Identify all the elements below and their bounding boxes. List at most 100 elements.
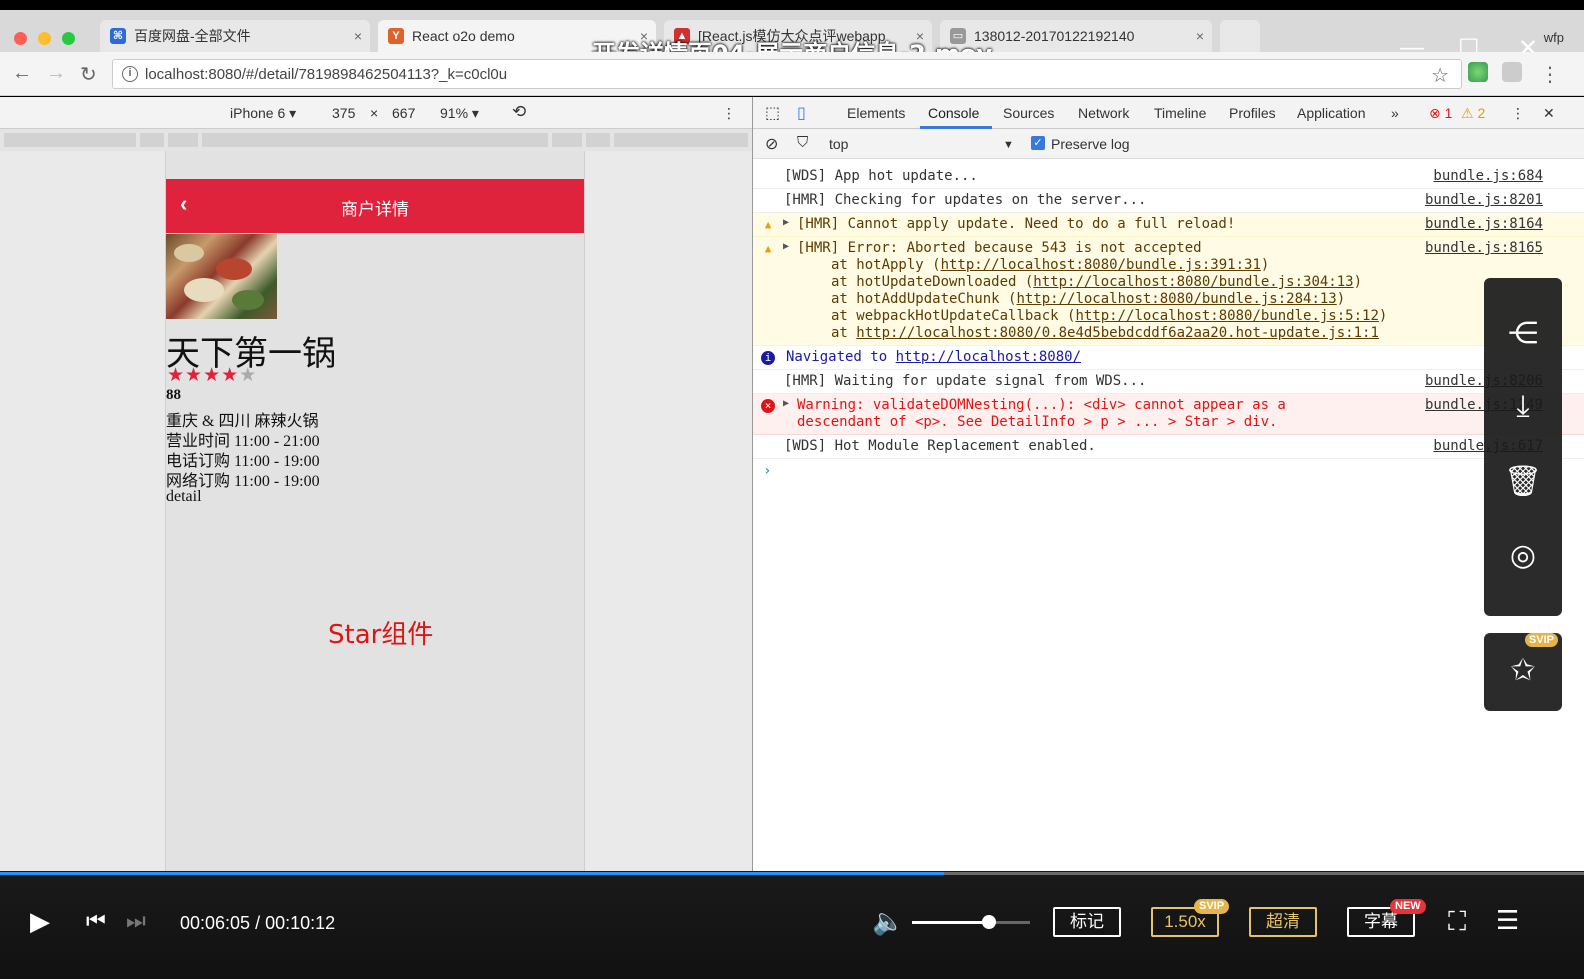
trash-icon[interactable]: 🗑: [1484, 464, 1562, 499]
tab-application[interactable]: Application: [1297, 105, 1366, 121]
new-badge: NEW: [1390, 899, 1426, 914]
more-tabs-icon[interactable]: »: [1391, 105, 1399, 121]
svip-badge: SVIP: [1194, 899, 1230, 914]
mark-button[interactable]: 标记: [1053, 907, 1121, 937]
phone-screen: ‹ 商户详情 天下第一锅 ★★★★★ 88 重庆 & 四川 麻辣火锅 营业时间 …: [165, 151, 585, 871]
download-icon[interactable]: ⤓: [1484, 390, 1562, 424]
reload-icon[interactable]: ↻: [80, 62, 97, 87]
volume-fill[interactable]: [912, 921, 989, 924]
source-link[interactable]: bundle.js:684: [1433, 168, 1543, 184]
bookmark-star-icon[interactable]: ☆: [1431, 63, 1449, 88]
forward-arrow-icon[interactable]: →: [46, 62, 66, 85]
rotate-icon[interactable]: ⟲: [512, 102, 526, 122]
stack-trace-line: at webpackHotUpdateCallback (http://loca…: [831, 308, 1388, 324]
next-icon[interactable]: ⏭: [126, 908, 146, 934]
tab-sources[interactable]: Sources: [1003, 105, 1054, 121]
context-dropdown-icon[interactable]: ▼: [1003, 139, 1014, 151]
console-message: [WDS] Hot Module Replacement enabled. bu…: [753, 435, 1584, 459]
extension-icon[interactable]: [1468, 62, 1488, 82]
expand-triangle-icon[interactable]: ▶: [783, 217, 789, 228]
warning-icon: ▲: [764, 218, 772, 231]
star-filled-icon: ★: [167, 365, 186, 386]
console-warning: ▲ ▶ [HMR] Cannot apply update. Need to d…: [753, 213, 1584, 237]
device-toolbar: iPhone 6 ▾ 375 × 667 91% ▾ ⟲ ⋮: [0, 97, 752, 129]
extension-icon[interactable]: [1502, 62, 1522, 82]
url-text[interactable]: localhost:8080/#/detail/7819898462504113…: [145, 66, 507, 83]
console-prompt[interactable]: ›: [753, 459, 1584, 479]
devtools-panel: ⬚ ▯ Elements Console Sources Network Tim…: [752, 97, 1584, 871]
device-width-input[interactable]: 375: [332, 105, 355, 121]
filter-icon[interactable]: ⛉: [797, 134, 808, 151]
preserve-log-label: Preserve log: [1051, 136, 1130, 152]
console-warning: ▲ ▶ [HMR] Error: Aborted because 543 is …: [753, 237, 1584, 346]
pin-panel[interactable]: SVIP ✩: [1484, 633, 1562, 711]
inspect-element-icon[interactable]: ⬚: [765, 103, 780, 123]
stack-trace-line: at hotAddUpdateChunk (http://localhost:8…: [831, 291, 1346, 307]
device-height-input[interactable]: 667: [392, 105, 415, 121]
fullscreen-icon[interactable]: ⛶: [1448, 906, 1466, 938]
console-message: [WDS] App hot update... bundle.js:684: [753, 165, 1584, 189]
dimension-times: ×: [370, 105, 379, 121]
source-link[interactable]: bundle.js:8201: [1425, 192, 1543, 208]
console-toolbar: ⊘ ⛉ top ▼ ✓ Preserve log: [753, 129, 1584, 159]
tab-timeline[interactable]: Timeline: [1154, 105, 1206, 121]
header-title: 商户详情: [341, 200, 409, 220]
stack-trace-line: at hotApply (http://localhost:8080/bundl…: [831, 257, 1270, 273]
playback-time: 00:06:05 / 00:10:12: [180, 913, 336, 933]
devtools-menu-icon[interactable]: ⋮: [1511, 105, 1525, 122]
info-icon[interactable]: i: [122, 66, 138, 82]
previous-icon[interactable]: ⏮: [86, 908, 106, 934]
devtools-tabbar: ⬚ ▯ Elements Console Sources Network Tim…: [753, 97, 1584, 129]
detail-text: detail: [166, 488, 202, 505]
source-link[interactable]: bundle.js:8164: [1425, 216, 1543, 232]
volume-knob[interactable]: [981, 915, 996, 929]
star-filled-icon: ★: [221, 365, 240, 386]
close-devtools-icon[interactable]: ✕: [1543, 105, 1555, 122]
media-query-ruler: [0, 129, 752, 151]
star-component-annotation: Star组件: [328, 620, 434, 650]
back-arrow-icon[interactable]: ←: [12, 62, 32, 85]
share-icon[interactable]: ⋲: [1484, 316, 1562, 351]
info-badge-icon: i: [761, 351, 775, 365]
warning-count[interactable]: ⚠ 2: [1461, 105, 1485, 122]
error-count[interactable]: ⊗ 1: [1429, 105, 1452, 122]
tab-elements[interactable]: Elements: [847, 105, 905, 121]
star-rating: ★★★★★: [167, 364, 257, 387]
clear-console-icon[interactable]: ⊘: [765, 134, 778, 154]
tab-console[interactable]: Console: [928, 105, 979, 121]
pin-icon[interactable]: ✩: [1484, 653, 1562, 688]
tab-network[interactable]: Network: [1078, 105, 1129, 121]
preserve-log-checkbox[interactable]: ✓: [1031, 136, 1045, 150]
console-output: [WDS] App hot update... bundle.js:684 [H…: [753, 165, 1584, 479]
expand-triangle-icon[interactable]: ▶: [783, 398, 789, 409]
address-bar: ← → ↻ i localhost:8080/#/detail/78198984…: [0, 52, 1584, 96]
zoom-select[interactable]: 91% ▾: [440, 105, 479, 122]
menu-dots-icon[interactable]: ⋮: [1540, 62, 1560, 87]
quality-button[interactable]: 超清: [1249, 907, 1317, 937]
svip-badge: SVIP: [1524, 633, 1558, 647]
play-icon[interactable]: ▶: [30, 906, 50, 937]
star-filled-icon: ★: [185, 365, 204, 386]
device-mode-icon[interactable]: ▯: [797, 103, 806, 123]
console-message: [HMR] Waiting for update signal from WDS…: [753, 370, 1584, 394]
volume-icon[interactable]: 🔈: [872, 906, 904, 937]
console-message: [HMR] Checking for updates on the server…: [753, 189, 1584, 213]
error-icon: ×: [761, 399, 775, 413]
device-menu-icon[interactable]: ⋮: [722, 105, 736, 122]
progress-fill[interactable]: [0, 872, 945, 875]
target-icon[interactable]: ◎: [1484, 538, 1562, 573]
context-select[interactable]: top: [829, 136, 848, 152]
warning-icon: ▲: [764, 242, 772, 255]
device-select[interactable]: iPhone 6 ▾: [230, 105, 296, 122]
playlist-icon[interactable]: ☰: [1496, 905, 1519, 936]
url-input[interactable]: i localhost:8080/#/detail/78198984625041…: [112, 59, 1462, 89]
stack-trace-line: at http://localhost:8080/0.8e4d5bebdcddf…: [831, 325, 1379, 341]
console-error: × ▶ Warning: validateDOMNesting(...): <d…: [753, 394, 1584, 435]
detail-header: ‹ 商户详情: [166, 179, 584, 233]
navigated-url[interactable]: http://localhost:8080/: [896, 349, 1081, 365]
player-side-panel: ⋲ ⤓ 🗑 ◎: [1484, 278, 1562, 616]
tab-profiles[interactable]: Profiles: [1229, 105, 1276, 121]
source-link[interactable]: bundle.js:8165: [1425, 240, 1543, 256]
star-filled-icon: ★: [203, 365, 222, 386]
expand-triangle-icon[interactable]: ▶: [783, 241, 789, 252]
